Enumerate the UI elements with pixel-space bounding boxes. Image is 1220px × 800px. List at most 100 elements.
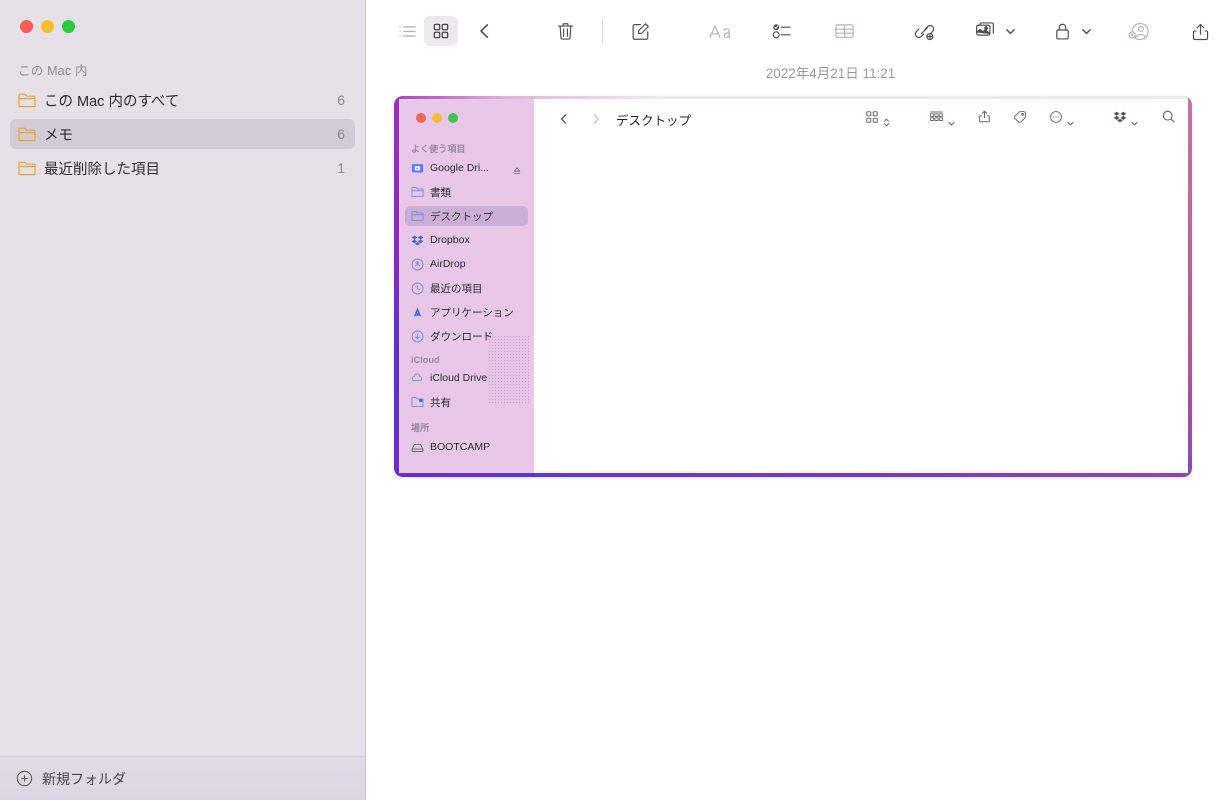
sidebar-item-label: この Mac 内のすべて xyxy=(44,93,180,110)
finder-icon-view-button[interactable] xyxy=(865,110,891,129)
finder-forward-icon[interactable] xyxy=(586,109,606,129)
chevron-updown-icon[interactable] xyxy=(882,115,891,126)
finder-toolbar: デスクトップ xyxy=(534,99,1188,139)
clock-icon xyxy=(411,282,424,295)
finder-sidebar-item-airdrop[interactable]: AirDrop xyxy=(405,254,528,274)
table-icon[interactable] xyxy=(827,16,861,46)
finder-sidebar-item-label: Google Dri... xyxy=(430,162,489,174)
sidebar-item-label: 最近削除した項目 xyxy=(44,161,160,178)
finder-sidebar-item-shared[interactable]: 共有 xyxy=(405,392,528,412)
finder-sidebar-item-label: 最近の項目 xyxy=(430,282,483,295)
window-traffic-lights xyxy=(0,0,365,52)
finder-sidebar-item-downloads[interactable]: ダウンロード xyxy=(405,326,528,346)
chevron-down-icon[interactable] xyxy=(947,115,956,125)
folder-icon xyxy=(18,93,36,108)
finder-sidebar-item-label: 共有 xyxy=(430,396,451,409)
zoom-button[interactable] xyxy=(62,19,75,33)
finder-sidebar-item-label: AirDrop xyxy=(430,258,466,270)
sidebar: この Mac 内 この Mac 内のすべて 6 メモ 6 最近削除した項目 1 … xyxy=(0,0,366,800)
attachment-frame-bottom xyxy=(394,473,1192,477)
folder-icon xyxy=(18,127,36,142)
format-text-icon[interactable] xyxy=(703,16,737,46)
media-button[interactable] xyxy=(969,16,1017,46)
sidebar-item-recently-deleted[interactable]: 最近削除した項目 1 xyxy=(10,153,355,183)
plus-circle-icon xyxy=(16,770,33,787)
sidebar-item-notes[interactable]: メモ 6 xyxy=(10,119,355,149)
lock-button[interactable] xyxy=(1045,16,1093,46)
finder-sidebar-item-desktop[interactable]: デスクトップ xyxy=(405,206,528,226)
finder-sidebar-item-google-drive[interactable]: Google Dri... xyxy=(405,158,528,178)
finder-content: デスクトップ xyxy=(534,99,1188,473)
finder-window: よく使う項目 Google Dri... 書類 デスクトップ Dropbox A… xyxy=(399,99,1188,473)
finder-sidebar-item-label: 書類 xyxy=(430,186,451,199)
finder-window-title: デスクトップ xyxy=(616,113,692,128)
grid-view-icon[interactable] xyxy=(424,16,458,46)
finder-sidebar-item-documents[interactable]: 書類 xyxy=(405,182,528,202)
finder-section-locations-title: 場所 xyxy=(411,423,430,433)
finder-sidebar-item-label: BOOTCAMP xyxy=(430,441,491,453)
finder-back-icon[interactable] xyxy=(554,109,574,129)
finder-minimize-button[interactable] xyxy=(432,113,442,123)
attachment-frame-right xyxy=(1188,96,1192,477)
add-link-icon[interactable] xyxy=(907,16,941,46)
finder-sidebar-item-dropbox[interactable]: Dropbox xyxy=(405,230,528,250)
sidebar-item-label: メモ xyxy=(44,127,73,144)
finder-sidebar-item-bootcamp[interactable]: BOOTCAMP xyxy=(405,437,528,457)
share-icon[interactable] xyxy=(1183,16,1217,46)
sidebar-item-count: 6 xyxy=(337,126,345,142)
add-people-icon[interactable] xyxy=(1121,16,1155,46)
icon-view-icon xyxy=(865,110,879,129)
folder-icon xyxy=(18,161,36,176)
finder-sidebar-item-label: デスクトップ xyxy=(430,210,493,223)
list-view-icon[interactable] xyxy=(390,16,424,46)
eject-icon[interactable] xyxy=(512,163,522,175)
lock-icon[interactable] xyxy=(1045,16,1079,46)
back-chevron-icon[interactable] xyxy=(468,16,502,46)
new-folder-label: 新規フォルダ xyxy=(42,770,126,787)
chevron-down-icon[interactable] xyxy=(1004,25,1017,38)
finder-sidebar-item-icloud-drive[interactable]: iCloud Drive xyxy=(405,368,528,388)
finder-tag-button[interactable] xyxy=(1013,110,1027,129)
sidebar-folder-list: この Mac 内のすべて 6 メモ 6 最近削除した項目 1 xyxy=(0,85,365,187)
note-attachment-finder-screenshot[interactable]: よく使う項目 Google Dri... 書類 デスクトップ Dropbox A… xyxy=(394,96,1192,477)
finder-group-by-button[interactable] xyxy=(929,110,956,128)
more-actions-icon xyxy=(1049,110,1063,129)
checklist-icon[interactable] xyxy=(765,16,799,46)
finder-sidebar-item-recents[interactable]: 最近の項目 xyxy=(405,278,528,298)
chevron-down-icon[interactable] xyxy=(1066,115,1075,125)
finder-more-actions-button[interactable] xyxy=(1049,110,1075,129)
finder-sidebar: よく使う項目 Google Dri... 書類 デスクトップ Dropbox A… xyxy=(399,99,534,473)
finder-share-button[interactable] xyxy=(978,109,991,129)
sidebar-item-count: 6 xyxy=(337,92,345,108)
google-drive-icon xyxy=(411,162,424,175)
compose-note-icon[interactable] xyxy=(623,16,657,46)
close-button[interactable] xyxy=(20,19,33,33)
new-folder-button[interactable]: 新規フォルダ xyxy=(0,756,365,800)
chevron-down-icon[interactable] xyxy=(1080,25,1093,38)
chevron-down-icon[interactable] xyxy=(1130,115,1139,125)
minimize-button[interactable] xyxy=(41,19,54,33)
finder-zoom-button[interactable] xyxy=(448,113,458,123)
search-icon xyxy=(1161,109,1176,129)
finder-close-button[interactable] xyxy=(416,113,426,123)
applications-icon xyxy=(411,306,424,319)
trash-icon[interactable] xyxy=(548,16,582,46)
group-by-icon xyxy=(929,110,944,128)
downloads-icon xyxy=(411,330,424,343)
finder-sidebar-item-label: アプリケーション xyxy=(430,306,514,319)
finder-search-button[interactable] xyxy=(1161,109,1176,129)
finder-sidebar-item-label: ダウンロード xyxy=(430,330,493,343)
share-icon xyxy=(978,109,991,129)
finder-dropbox-button[interactable] xyxy=(1113,110,1139,128)
sidebar-item-all-notes[interactable]: この Mac 内のすべて 6 xyxy=(10,85,355,115)
media-icon[interactable] xyxy=(969,16,1003,46)
finder-sidebar-item-applications[interactable]: アプリケーション xyxy=(405,302,528,322)
note-date: 2022年4月21日 11:21 xyxy=(765,66,896,81)
dropbox-icon xyxy=(411,234,424,247)
folder-icon xyxy=(411,210,424,223)
note-content-area[interactable]: よく使う項目 Google Dri... 書類 デスクトップ Dropbox A… xyxy=(366,96,1220,800)
finder-file-area[interactable] xyxy=(534,139,1188,473)
tag-icon xyxy=(1013,110,1027,129)
sidebar-item-count: 1 xyxy=(337,160,345,176)
